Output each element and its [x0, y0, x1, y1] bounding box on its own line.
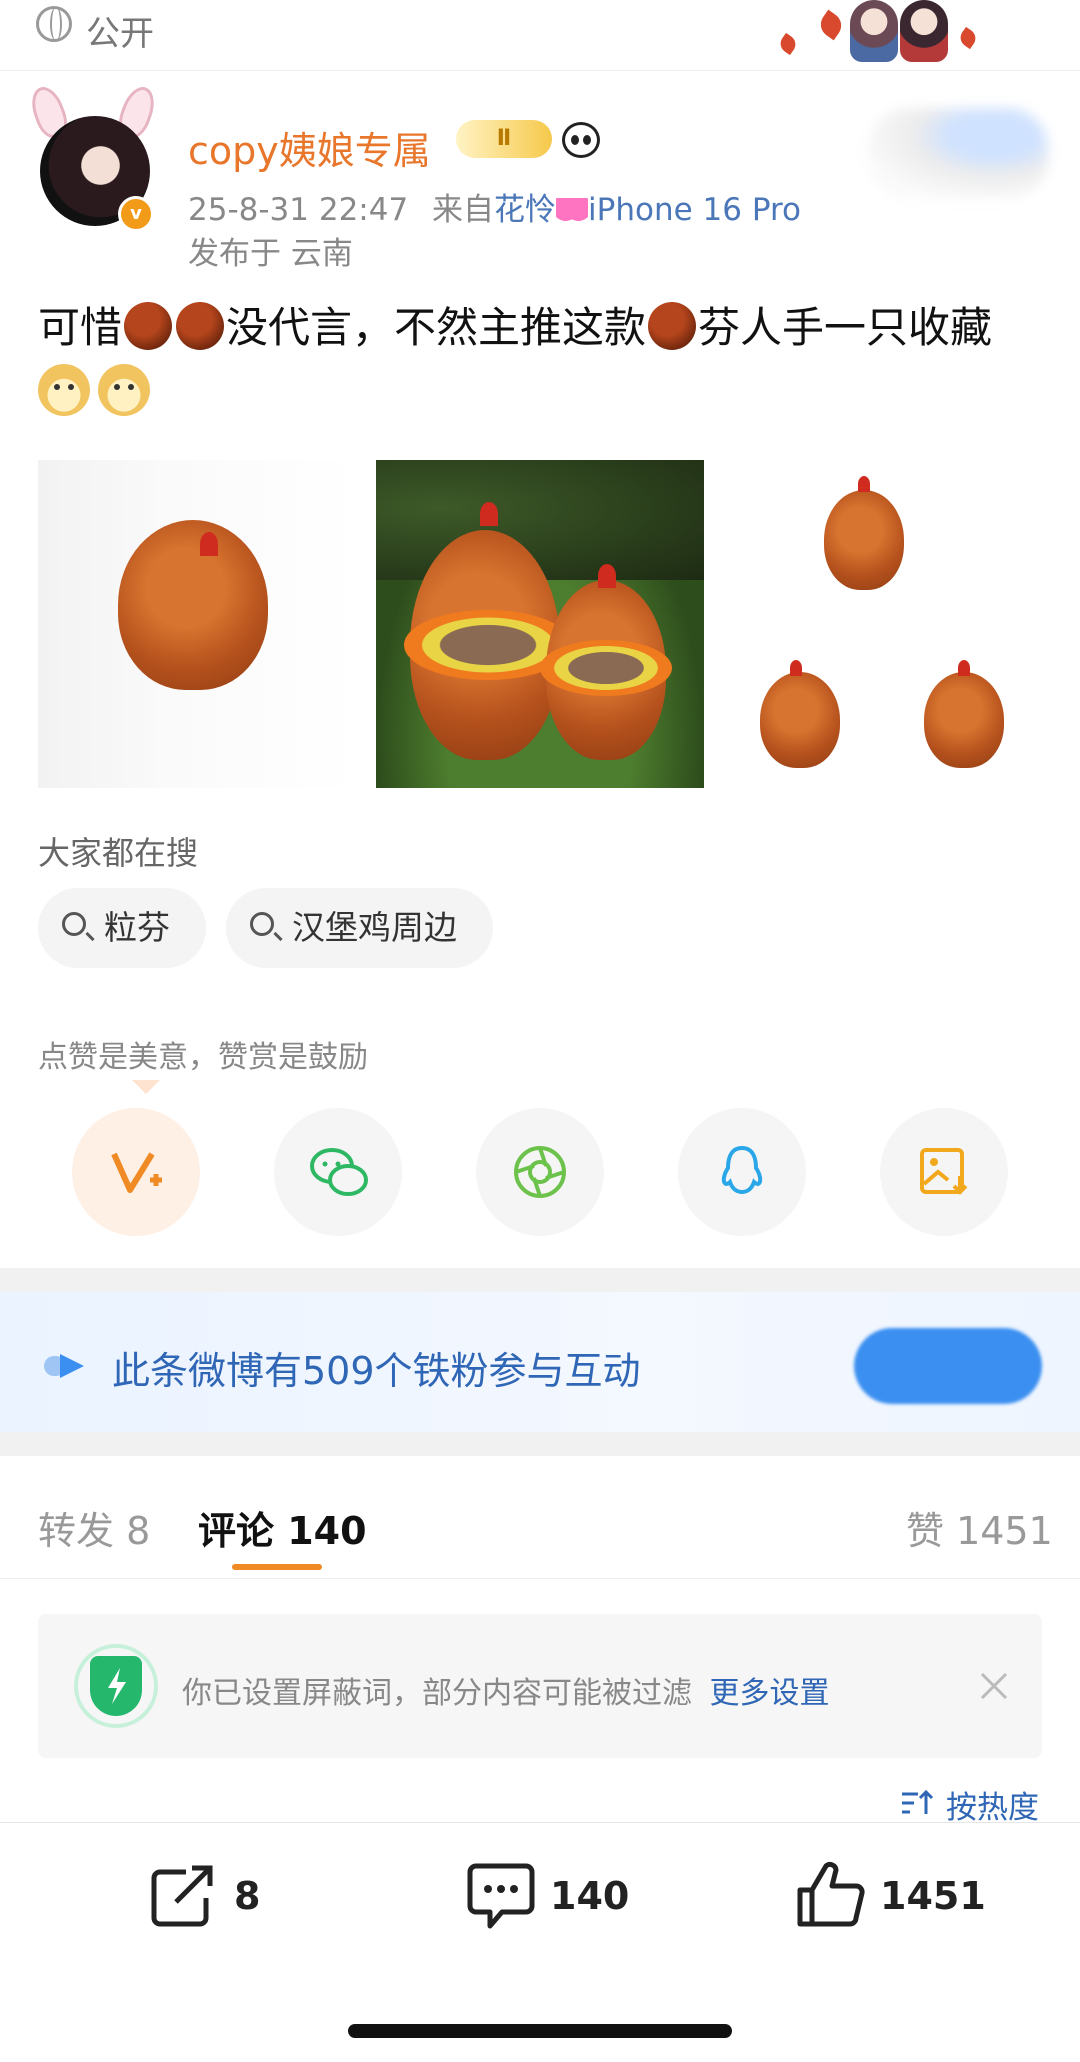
search-chip[interactable]: 汉堡鸡周边	[226, 888, 493, 968]
search-section-label: 大家都在搜	[38, 834, 199, 872]
follow-button[interactable]	[868, 108, 1048, 198]
reward-icon	[111, 1152, 162, 1193]
moments-icon	[514, 1146, 566, 1198]
heart-icon	[556, 197, 589, 226]
username[interactable]: copy姨娘专属	[188, 120, 431, 175]
visibility-label: 公开	[86, 14, 154, 54]
post-image-4[interactable]	[724, 632, 876, 788]
share-qq-button[interactable]	[678, 1108, 806, 1236]
post-image-3[interactable]	[724, 460, 1042, 622]
doge-emoji-icon	[38, 364, 90, 416]
post-meta: 25-8-31 22:47 来自花怜 iPhone 16 Pro	[188, 184, 801, 229]
save-image-icon	[920, 1148, 968, 1195]
chestnut-emoji-icon	[124, 302, 173, 350]
repost-count[interactable]: 8	[234, 1874, 260, 1918]
filter-notice-text: 你已设置屏蔽词，部分内容可能被过滤 更多设置	[182, 1668, 830, 1712]
filter-notice-message: 你已设置屏蔽词，部分内容可能被过滤	[182, 1676, 692, 1711]
save-image-button[interactable]	[880, 1108, 1008, 1236]
post-image-2[interactable]	[376, 460, 704, 788]
comment-count[interactable]: 140	[550, 1874, 629, 1918]
search-icon	[62, 912, 86, 936]
device-name[interactable]: iPhone 16 Pro	[588, 192, 801, 228]
decoration-banner	[770, 0, 1010, 62]
source-name[interactable]: 花怜	[494, 192, 556, 228]
shield-icon	[90, 1656, 142, 1716]
share-moments-button[interactable]	[476, 1108, 604, 1236]
chestnut-emoji-icon	[176, 302, 225, 350]
post-image-1[interactable]	[38, 460, 356, 788]
globe-icon	[36, 6, 72, 42]
post-datetime: 25-8-31 22:47	[188, 192, 409, 228]
post-text: 可惜 没代言，不然主推这款 芬人手一只收藏	[38, 296, 1048, 424]
qq-icon	[721, 1145, 763, 1195]
more-settings-link[interactable]: 更多设置	[710, 1676, 830, 1711]
fans-banner-button[interactable]	[854, 1328, 1042, 1404]
chestnut-emoji-icon	[648, 302, 697, 350]
tip-pointer	[132, 1080, 160, 1094]
post-location: 发布于 云南	[188, 236, 353, 272]
search-chip[interactable]: 粒芬	[38, 888, 206, 968]
section-divider	[0, 1432, 1080, 1456]
doge-emoji-icon	[98, 364, 150, 416]
reward-tip: 点赞是美意，赞赏是鼓励	[38, 1040, 368, 1075]
source-prefix: 来自	[432, 192, 495, 228]
wechat-icon	[310, 1148, 368, 1196]
tab-comments[interactable]: 评论 140	[198, 1500, 367, 1555]
post-text-part2: 没代言，不然主推这款	[226, 303, 647, 352]
share-wechat-button[interactable]	[274, 1108, 402, 1236]
reward-button[interactable]	[72, 1108, 200, 1236]
close-icon[interactable]	[974, 1666, 1014, 1706]
tab-likes[interactable]: 赞 1451	[906, 1500, 1053, 1555]
verified-badge-icon: v	[118, 196, 154, 232]
like-count[interactable]: 1451	[880, 1874, 986, 1918]
active-tab-indicator	[232, 1564, 322, 1570]
post-image-5[interactable]	[888, 632, 1042, 788]
search-chip-label: 粒芬	[104, 908, 170, 947]
home-indicator[interactable]	[348, 2024, 732, 2038]
search-chip-label: 汉堡鸡周边	[292, 908, 457, 947]
tab-divider	[0, 1578, 1080, 1579]
avatar[interactable]: v	[26, 82, 160, 236]
sort-icon[interactable]	[900, 1788, 934, 1818]
post-text-part3: 芬人手一只收藏	[698, 303, 993, 352]
sort-by-hot[interactable]: 按热度	[946, 1782, 1039, 1827]
comment-icon[interactable]	[466, 1862, 536, 1930]
section-divider	[0, 1268, 1080, 1292]
fans-banner-icon	[44, 1354, 84, 1378]
like-icon[interactable]	[796, 1860, 866, 1928]
level-badge[interactable]: Ⅱ	[456, 120, 552, 158]
fans-banner-text: 此条微博有509个铁粉参与互动	[112, 1349, 641, 1393]
search-icon	[250, 912, 274, 936]
tab-repost[interactable]: 转发 8	[38, 1500, 150, 1555]
post-text-part1: 可惜	[38, 303, 123, 352]
repost-icon[interactable]	[150, 1864, 220, 1928]
panda-badge-icon[interactable]	[562, 122, 600, 158]
